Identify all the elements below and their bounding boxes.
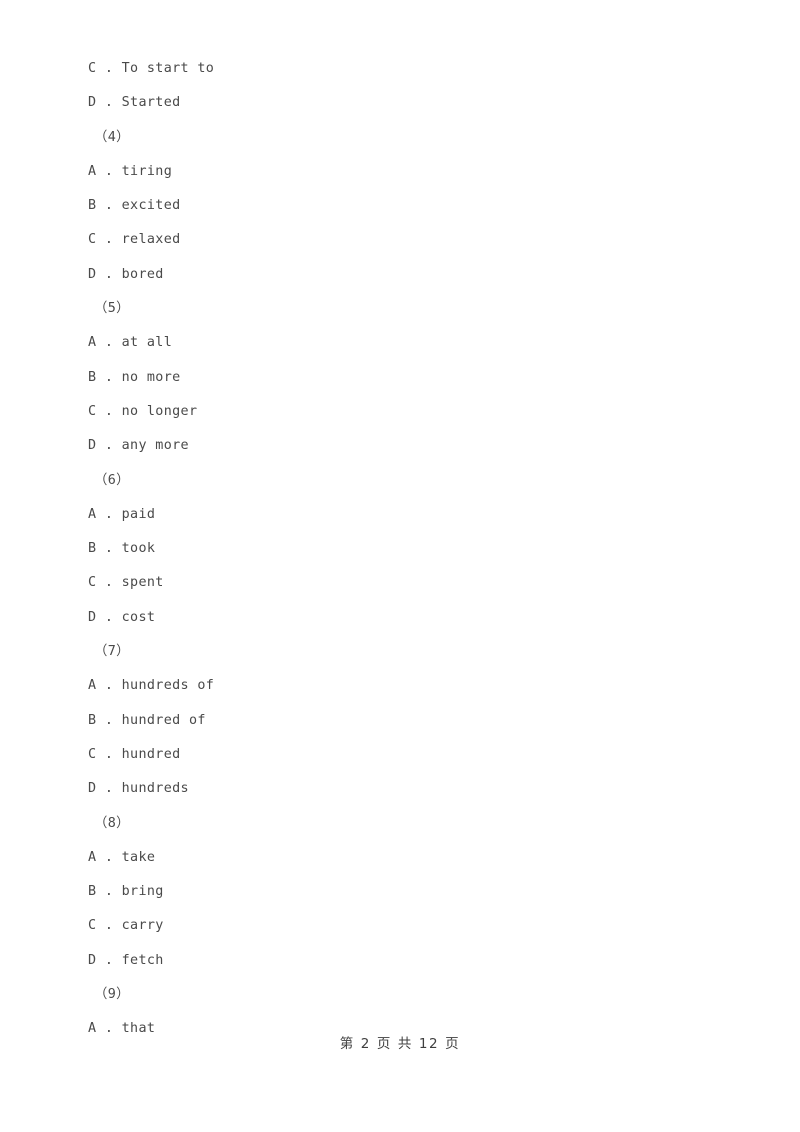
document-page: C . To start to D . Started （4） A . tiring B… (0, 0, 800, 1132)
answer-option-line: D . fetch (88, 952, 164, 968)
answer-option-line: C . carry (88, 918, 164, 934)
answer-option-line: C . no longer (88, 403, 198, 419)
answer-option-line: A . paid (88, 506, 156, 522)
answer-option-line: A . hundreds of (88, 678, 215, 694)
question-number-line: （6） (94, 472, 130, 488)
answer-option-line: C . spent (88, 575, 164, 591)
answer-option-line: B . took (88, 541, 156, 557)
answer-option-line: D . hundreds (88, 781, 189, 797)
answer-option-line: A . tiring (88, 163, 173, 179)
answer-option-line: C . relaxed (88, 232, 181, 248)
answer-option-line: D . cost (88, 609, 156, 625)
answer-option-line: B . no more (88, 369, 181, 385)
question-number-line: （9） (94, 987, 130, 1003)
answer-option-line: D . Started (88, 95, 181, 111)
page-number-label: 第 2 页 共 12 页 (339, 1036, 461, 1052)
page-footer: 第 2 页 共 12 页 (0, 1032, 800, 1052)
answer-option-line: B . bring (88, 884, 164, 900)
answer-option-line: B . hundred of (88, 712, 206, 728)
question-number-line: （4） (94, 129, 130, 145)
answer-option-line: D . bored (88, 266, 164, 282)
answer-option-line: A . at all (88, 335, 173, 351)
answer-option-line: B . excited (88, 198, 181, 214)
answer-option-line: D . any more (88, 438, 189, 454)
question-options-list: C . To start to D . Started （4） A . tiring B… (88, 52, 728, 1047)
question-number-line: （5） (94, 301, 130, 317)
question-number-line: （7） (94, 644, 130, 660)
answer-option-line: C . hundred (88, 746, 181, 762)
answer-option-line: A . take (88, 849, 156, 865)
question-number-line: （8） (94, 815, 130, 831)
answer-option-line: C . To start to (88, 61, 215, 76)
